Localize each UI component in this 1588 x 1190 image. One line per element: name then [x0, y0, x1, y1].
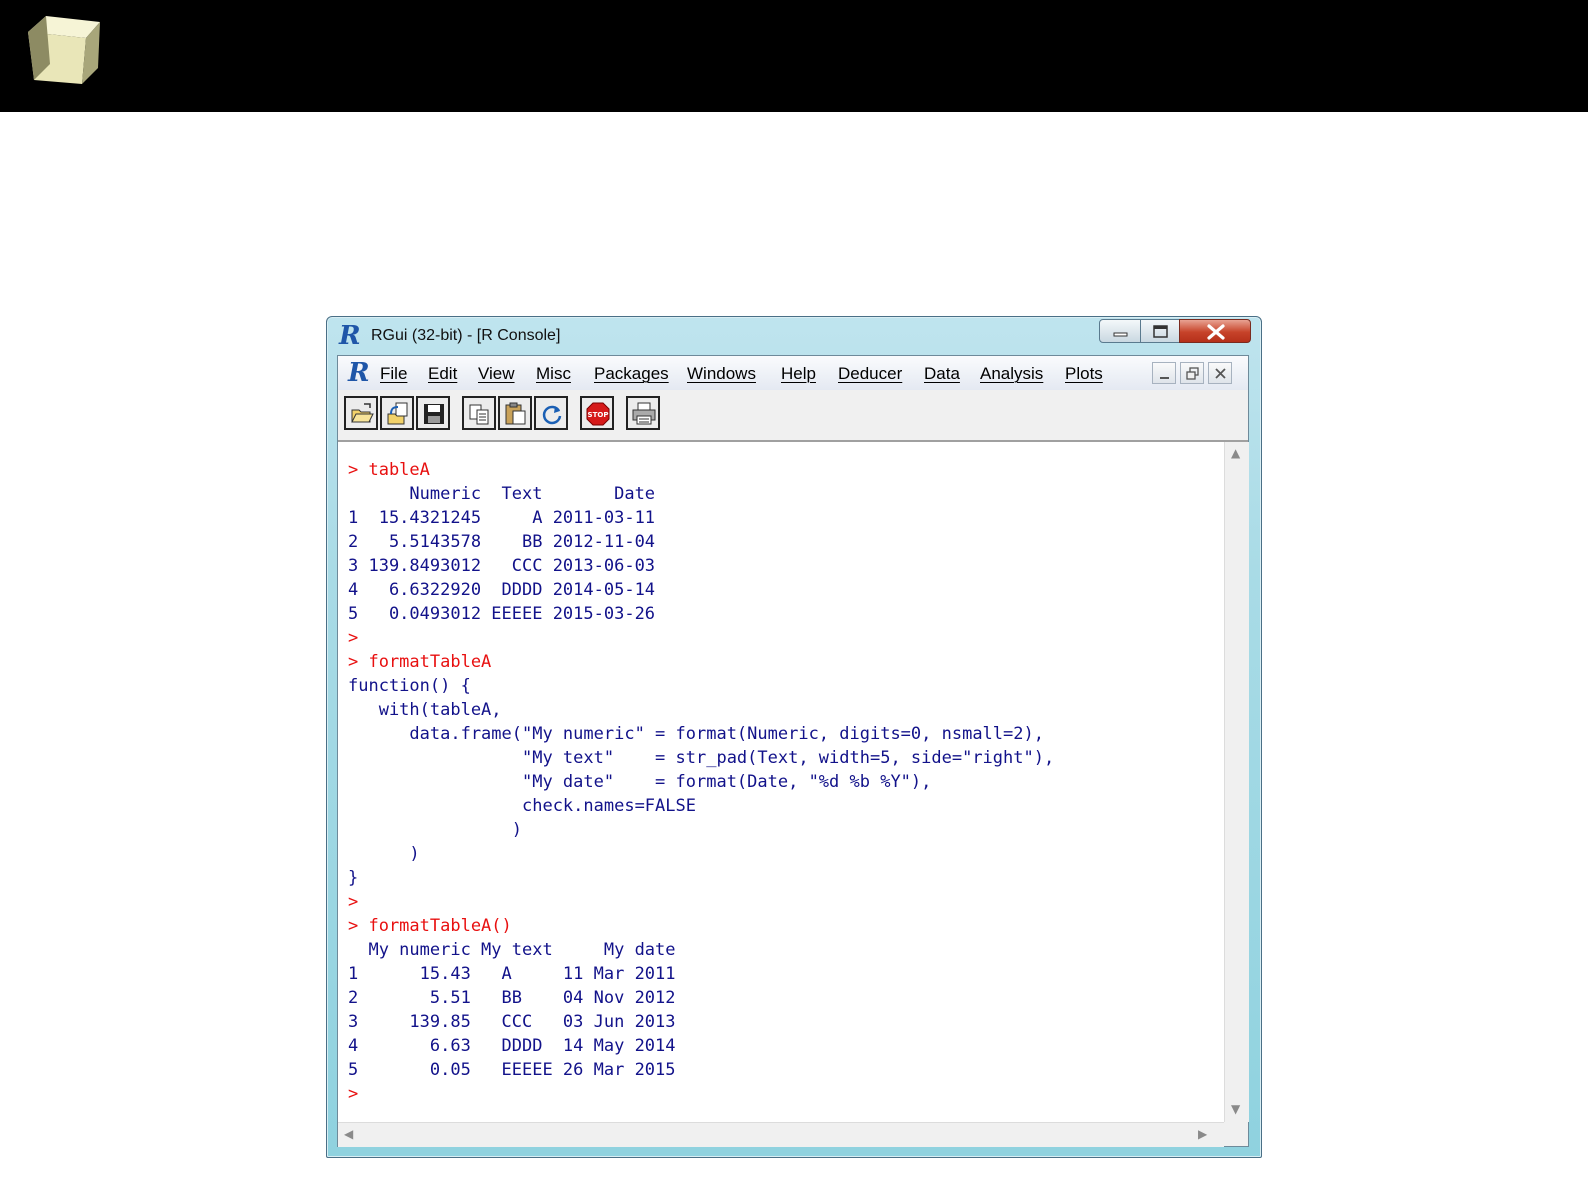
menu-file[interactable]: File: [380, 364, 407, 384]
console-input-line: >: [348, 1084, 359, 1104]
minimize-icon: [1160, 377, 1169, 379]
toolbar: STOP: [338, 390, 1248, 442]
r-logo-icon: R: [348, 358, 370, 388]
load-workspace-button[interactable]: [380, 396, 414, 430]
console-output-line: }: [348, 868, 359, 888]
console-output-line: ): [348, 820, 522, 840]
console-output-line: 3 139.85 CCC 03 Jun 2013: [348, 1012, 676, 1032]
console-text: > tableA Numeric Text Date 1 15.4321245 A…: [348, 458, 1054, 1106]
paste-icon: [505, 402, 526, 425]
console-output-line: 1 15.4321245 A 2011-03-11: [348, 508, 656, 528]
maximize-icon: [1153, 325, 1168, 338]
refresh-icon: [542, 405, 562, 425]
console-output-line: 5 0.0493012 EEEEE 2015-03-26: [348, 604, 656, 624]
menu-view[interactable]: View: [478, 364, 515, 384]
open-script-icon: [351, 403, 374, 423]
scroll-right-icon[interactable]: ▶: [1198, 1127, 1207, 1141]
console-output-line: My numeric My text My date: [348, 940, 676, 960]
menu-help[interactable]: Help: [781, 364, 816, 384]
load-workspace-icon: [387, 402, 408, 425]
rgui-window: R RGui (32-bit) - [R Console] R File Edi…: [326, 316, 1262, 1158]
console-output-line: with(tableA,: [348, 700, 502, 720]
window-title: RGui (32-bit) - [R Console]: [371, 327, 561, 344]
console-output-line: Numeric Text Date: [348, 484, 656, 504]
child-restore-button[interactable]: [1180, 362, 1204, 384]
scroll-down-icon[interactable]: ▼: [1231, 1102, 1240, 1116]
close-button[interactable]: [1179, 319, 1251, 343]
menu-analysis[interactable]: Analysis: [980, 364, 1043, 384]
child-minimize-button[interactable]: [1152, 362, 1176, 384]
console-input-line: >: [348, 892, 359, 912]
console-output-line: 5 0.05 EEEEE 26 Mar 2015: [348, 1060, 676, 1080]
scroll-left-icon[interactable]: ◀: [344, 1127, 353, 1141]
save-icon: [424, 404, 444, 424]
copy-icon: [469, 404, 489, 425]
r-logo-icon: R: [339, 321, 361, 351]
console-input-line: >: [348, 628, 359, 648]
paste-button[interactable]: [498, 396, 532, 430]
console-output-line: 4 6.6322920 DDDD 2014-05-14: [348, 580, 656, 600]
console-output-line: function() {: [348, 676, 471, 696]
r-console-frame: R File Edit View Misc Packages Windows H…: [337, 355, 1249, 1147]
restore-icon: [1186, 367, 1199, 380]
console-output-line: check.names=FALSE: [348, 796, 696, 816]
console-output-line: 2 5.51 BB 04 Nov 2012: [348, 988, 676, 1008]
console-input-line: > formatTableA: [348, 652, 492, 672]
menu-edit[interactable]: Edit: [428, 364, 457, 384]
print-button[interactable]: [626, 396, 660, 430]
menu-packages[interactable]: Packages: [594, 364, 669, 384]
menu-windows[interactable]: Windows: [687, 364, 756, 384]
console-input-line: > formatTableA(): [348, 916, 512, 936]
horizontal-scrollbar[interactable]: ◀ ▶: [338, 1122, 1224, 1147]
cube-icon: [28, 16, 100, 84]
open-script-button[interactable]: [344, 396, 378, 430]
copy-button[interactable]: [462, 396, 496, 430]
stop-button[interactable]: STOP: [580, 396, 614, 430]
console-output-line: "My date" = format(Date, "%d %b %Y"),: [348, 772, 932, 792]
console-output-line: 1 15.43 A 11 Mar 2011: [348, 964, 676, 984]
title-bar[interactable]: R RGui (32-bit) - [R Console]: [327, 317, 1261, 355]
close-icon: [1215, 368, 1226, 379]
stop-label: STOP: [588, 411, 609, 419]
scroll-up-icon[interactable]: ▲: [1231, 446, 1240, 460]
console-output-line: data.frame("My numeric" = format(Numeric…: [348, 724, 1044, 744]
maximize-button[interactable]: [1140, 319, 1180, 343]
child-close-button[interactable]: [1208, 362, 1232, 384]
menu-plots[interactable]: Plots: [1065, 364, 1103, 384]
console-input-line: > tableA: [348, 460, 430, 480]
console-output-line: "My text" = str_pad(Text, width=5, side=…: [348, 748, 1055, 768]
refresh-button[interactable]: [534, 396, 568, 430]
scrollbar-corner: [1224, 1122, 1248, 1146]
console-output-line: ): [348, 844, 420, 864]
console-output-line: 4 6.63 DDDD 14 May 2014: [348, 1036, 676, 1056]
console-output[interactable]: > tableA Numeric Text Date 1 15.4321245 A…: [338, 442, 1224, 1122]
top-banner: [0, 0, 1588, 112]
save-button[interactable]: [416, 396, 450, 430]
stop-icon: STOP: [586, 402, 610, 426]
menu-misc[interactable]: Misc: [536, 364, 571, 384]
menu-bar: R File Edit View Misc Packages Windows H…: [338, 356, 1248, 391]
minimize-button[interactable]: [1099, 319, 1141, 343]
menu-data[interactable]: Data: [924, 364, 960, 384]
print-icon: [632, 402, 656, 425]
vertical-scrollbar[interactable]: ▲ ▼: [1224, 442, 1249, 1122]
console-output-line: 2 5.5143578 BB 2012-11-04: [348, 532, 656, 552]
close-icon: [1207, 324, 1225, 340]
menu-deducer[interactable]: Deducer: [838, 364, 902, 384]
console-output-line: 3 139.8493012 CCC 2013-06-03: [348, 556, 656, 576]
minimize-icon: [1113, 332, 1128, 337]
